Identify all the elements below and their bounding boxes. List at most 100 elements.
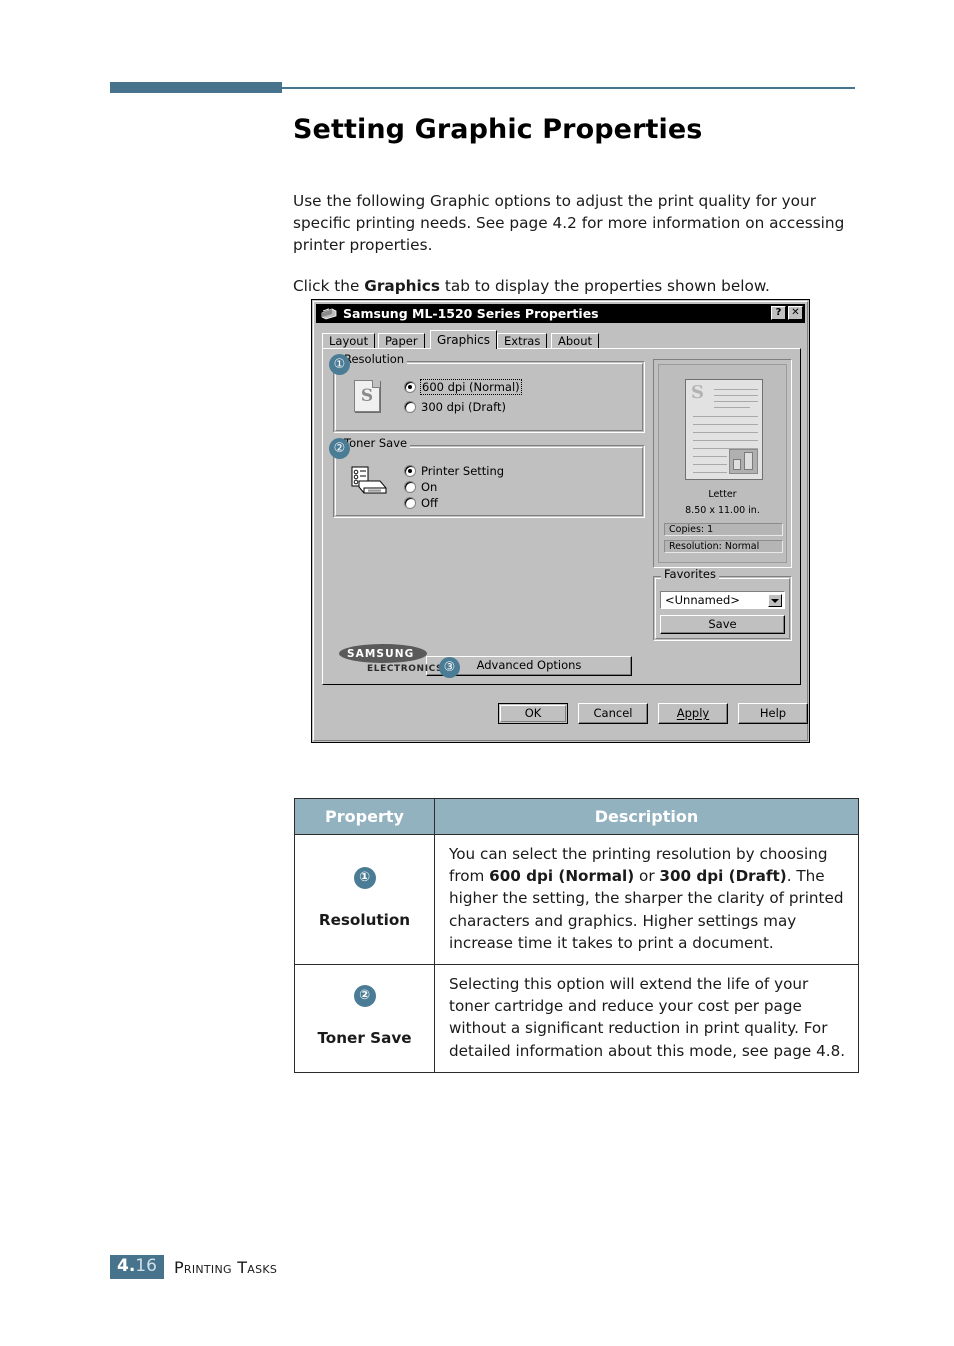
table-header-row: Property Description — [294, 798, 859, 835]
print-preview-inner: S Letter 8.50 x 11.00 in. Copies: 1 Reso… — [658, 364, 787, 563]
graphics-tab-panel: Resolution S 600 dpi (Normal) 300 dpi (D… — [322, 348, 801, 685]
ok-button-label: OK — [524, 705, 542, 720]
preview-chart-thumbnail — [729, 449, 758, 474]
table-cell-property-toner-save: ② Toner Save — [294, 964, 435, 1073]
tab-paper-label: Paper — [385, 333, 418, 348]
document-icon: S — [354, 380, 380, 412]
help-button-bottom[interactable]: Help — [738, 703, 808, 724]
tab-paper[interactable]: Paper — [378, 333, 425, 349]
favorites-groupbox: Favorites <Unnamed> Save — [653, 568, 792, 641]
tab-layout-label: Layout — [329, 333, 369, 348]
apply-button[interactable]: Apply — [658, 703, 728, 724]
favorites-selected-value: <Unnamed> — [665, 593, 740, 607]
property-name-resolution: Resolution — [318, 910, 411, 929]
tab-graphics-label: Graphics — [437, 333, 490, 347]
tab-graphics[interactable]: Graphics — [430, 330, 497, 349]
toner-save-groupbox: Toner Save Printer Setting On Off — [333, 437, 645, 518]
tab-about-label: About — [558, 333, 593, 348]
preview-text-line — [714, 407, 750, 408]
preview-chart-bar — [744, 452, 753, 470]
cancel-button[interactable]: Cancel — [578, 703, 648, 724]
preview-text-line — [693, 464, 727, 465]
property-description-table: Property Description ① Resolution You ca… — [294, 798, 859, 1073]
table-header-description: Description — [434, 798, 859, 835]
titlebar-buttons: ? ✕ — [771, 306, 803, 320]
dialog-tabstrip: Layout Paper Graphics Extras About — [322, 330, 801, 349]
radio-toner-off-indicator[interactable] — [404, 497, 416, 509]
radio-toner-off[interactable]: Off — [404, 496, 438, 510]
preview-paper-size: 8.50 x 11.00 in. — [685, 505, 760, 516]
table-cell-property-resolution: ① Resolution — [294, 833, 435, 966]
printer-properties-dialog: Samsung ML-1520 Series Properties ? ✕ La… — [311, 299, 810, 743]
callout-marker-2: ② — [329, 438, 350, 459]
cancel-button-label: Cancel — [593, 705, 633, 720]
radio-printer-setting-indicator[interactable] — [404, 465, 416, 477]
dialog-action-bar: OK Cancel Apply Help — [322, 693, 808, 733]
save-favorite-label: Save — [708, 616, 737, 631]
samsung-logo-subtitle: ELECTRONICS — [367, 664, 444, 674]
radio-600dpi-label: 600 dpi (Normal) — [420, 379, 522, 395]
dialog-titlebar: Samsung ML-1520 Series Properties ? ✕ — [316, 304, 805, 323]
chevron-down-icon[interactable] — [768, 594, 782, 607]
resolution-group-label: Resolution — [341, 353, 408, 366]
favorites-group-label: Favorites — [661, 568, 719, 581]
help-button[interactable]: ? — [771, 306, 786, 320]
save-favorite-button[interactable]: Save — [660, 615, 785, 634]
desc-part-bold: 600 dpi (Normal) — [489, 867, 635, 886]
radio-300dpi[interactable]: 300 dpi (Draft) — [404, 400, 506, 414]
close-icon[interactable]: ✕ — [788, 306, 803, 320]
samsung-logo-text: SAMSUNG — [347, 648, 415, 660]
table-row: ② Toner Save Selecting this option will … — [294, 964, 859, 1073]
preview-text-line — [714, 395, 758, 396]
header-rule-thick — [110, 82, 282, 93]
dialog-title-text: Samsung ML-1520 Series Properties — [343, 306, 599, 321]
apply-button-label: Apply — [676, 705, 710, 720]
table-cell-description-toner-save: Selecting this option will extend the li… — [434, 964, 859, 1073]
callout-marker-2-table: ② — [353, 985, 376, 1008]
table-header-property: Property — [294, 798, 435, 835]
radio-toner-on-label: On — [421, 480, 438, 494]
click-prefix: Click the — [293, 277, 365, 296]
page-number-minor: 16 — [135, 1256, 157, 1276]
radio-300dpi-indicator[interactable] — [404, 401, 416, 413]
favorites-select[interactable]: <Unnamed> — [660, 591, 785, 609]
click-instruction-paragraph: Click the Graphics tab to display the pr… — [293, 276, 855, 298]
printer-window-icon — [319, 306, 338, 322]
desc-part-bold: 300 dpi (Draft) — [659, 867, 787, 886]
preview-text-line — [693, 440, 758, 441]
page-number-major: 4. — [117, 1256, 136, 1276]
tab-about[interactable]: About — [551, 333, 600, 349]
advanced-options-label: Advanced Options — [476, 658, 582, 673]
intro-paragraph: Use the following Graphic options to adj… — [293, 192, 845, 254]
click-suffix: tab to display the properties shown belo… — [439, 277, 770, 296]
preview-text-line — [693, 432, 758, 433]
preview-resolution-field: Resolution: Normal — [664, 540, 783, 553]
tab-layout[interactable]: Layout — [322, 333, 376, 349]
radio-toner-on-indicator[interactable] — [404, 481, 416, 493]
desc-part: or — [634, 867, 660, 886]
radio-300dpi-label: 300 dpi (Draft) — [421, 400, 507, 414]
radio-600dpi[interactable]: 600 dpi (Normal) — [404, 379, 522, 395]
toner-save-group-label: Toner Save — [341, 437, 411, 450]
page-footer: 4.16 Printing Tasks — [110, 1255, 277, 1279]
click-bold-term: Graphics — [364, 277, 440, 296]
preview-page-letter: S — [691, 382, 704, 403]
preview-text-line — [693, 416, 758, 417]
radio-600dpi-indicator[interactable] — [404, 381, 416, 393]
preview-text-line — [693, 456, 727, 457]
table-row: ① Resolution You can select the printing… — [294, 833, 859, 966]
page-title: Setting Graphic Properties — [293, 114, 703, 146]
preview-text-line — [714, 401, 758, 402]
tab-extras[interactable]: Extras — [497, 333, 548, 349]
preview-chart-bar — [733, 459, 741, 470]
preview-page-thumbnail: S — [685, 379, 763, 480]
radio-printer-setting-label: Printer Setting — [421, 464, 505, 478]
callout-marker-1-table: ① — [353, 866, 376, 889]
radio-printer-setting[interactable]: Printer Setting — [404, 464, 504, 478]
ok-button[interactable]: OK — [498, 703, 568, 724]
printer-icon — [350, 466, 388, 498]
radio-toner-on[interactable]: On — [404, 480, 437, 494]
property-name-toner-save: Toner Save — [317, 1029, 412, 1048]
callout-marker-3: ③ — [439, 657, 460, 678]
preview-text-line — [693, 472, 727, 473]
